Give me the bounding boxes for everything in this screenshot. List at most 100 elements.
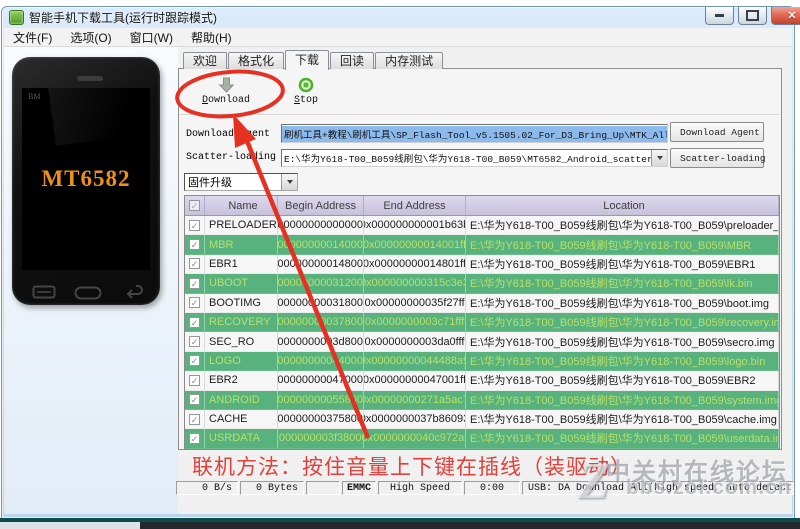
menu-item[interactable]: 帮助(H) — [182, 28, 241, 47]
row-checkbox[interactable]: ✓ — [185, 332, 205, 351]
table-row[interactable]: ✓ CACHE 0x0000000037580000 0x0000000037b… — [185, 409, 779, 430]
header-location[interactable]: Location — [466, 196, 779, 215]
status-bar: 0 B/s 0 Bytes EMMC High Speed 0:00 USB: … — [176, 481, 794, 495]
tab[interactable]: 欢迎 — [183, 52, 228, 69]
minimize-button[interactable] — [705, 7, 734, 25]
maximize-button[interactable] — [738, 7, 767, 25]
row-checkbox[interactable]: ✓ — [185, 390, 205, 409]
download-agent-value: 刷机工具+教程\刷机工具\SP_Flash_Tool_v5.1505.02_Fo… — [282, 125, 667, 142]
mode-select[interactable]: 固件升级 — [184, 173, 298, 191]
scatter-browse-button[interactable]: Scatter-loading — [670, 148, 766, 168]
table-row[interactable]: ✓ ANDROID 0x0000000005580000 0x000000002… — [185, 390, 779, 410]
tab[interactable]: 内存测试 — [375, 52, 444, 69]
tab[interactable]: 格式化 — [228, 52, 285, 69]
row-checkbox[interactable]: ✓ — [185, 429, 205, 448]
cell-begin-address: 0x0000000003180000 — [278, 293, 364, 312]
menu-item[interactable]: 文件(F) — [4, 28, 61, 47]
header-begin-address[interactable]: Begin Address — [278, 196, 364, 215]
table-row[interactable]: ✓ LOGO 0x0000000004400000 0x000000000444… — [185, 351, 779, 372]
cell-name: PRELOADER — [205, 216, 278, 235]
row-checkbox[interactable]: ✓ — [185, 274, 205, 293]
cell-end-address: 0x00000000047001ff — [364, 371, 466, 390]
tab[interactable]: 回读 — [330, 52, 375, 69]
header-name[interactable]: Name — [205, 196, 278, 215]
download-button-label: Download — [201, 95, 251, 106]
scatter-file-field[interactable]: E:\华为Y618-T00_B059线刷包\华为Y618-T00_B059\MT… — [281, 149, 668, 167]
mode-dropdown-button[interactable] — [281, 174, 297, 190]
checkbox-icon: ✓ — [189, 297, 200, 309]
checkbox-icon: ✓ — [189, 336, 200, 348]
scatter-browse-label: Scatter-loading — [680, 152, 766, 164]
table-row[interactable]: ✓ BOOTIMG 0x0000000003180000 0x000000000… — [185, 293, 779, 313]
row-checkbox[interactable]: ✓ — [185, 254, 205, 274]
table-row[interactable]: ✓ RECOVERY 0x0000000003780000 0x00000000… — [185, 312, 779, 333]
header-end-address[interactable]: End Address — [364, 196, 466, 215]
cell-name: RECOVERY — [205, 312, 278, 332]
cell-name: MBR — [205, 235, 278, 254]
stop-icon — [298, 77, 314, 93]
row-checkbox[interactable]: ✓ — [185, 312, 205, 332]
download-button[interactable]: Download — [196, 77, 256, 106]
cell-end-address: 0x00000000271a5ac7 — [364, 390, 466, 409]
table-row[interactable]: ✓ EBR2 0x0000000004700000 0x000000000470… — [185, 371, 779, 391]
row-checkbox[interactable]: ✓ — [185, 371, 205, 390]
stop-button[interactable]: Stop — [283, 77, 329, 106]
row-checkbox[interactable]: ✓ — [185, 351, 205, 371]
menu-item[interactable]: 选项(O) — [61, 28, 120, 47]
table-row[interactable]: ✓ UBOOT 0x0000000003120000 0x00000000031… — [185, 274, 779, 294]
cell-location: E:\华为Y618-T00_B059线刷包\华为Y618-T00_B059\ca… — [466, 409, 779, 429]
toolbar-separator — [180, 114, 779, 116]
download-agent-browse-label: Download Agent — [680, 126, 760, 138]
download-agent-browse-button[interactable]: Download Agent — [670, 122, 764, 142]
cell-location: E:\华为Y618-T00_B059线刷包\华为Y618-T00_B059\bo… — [466, 293, 779, 312]
menu-item[interactable]: 窗口(W) — [121, 28, 182, 47]
row-checkbox[interactable]: ✓ — [185, 235, 205, 254]
cell-location: E:\华为Y618-T00_B059线刷包\华为Y618-T00_B059\MB… — [466, 235, 779, 254]
header-checkbox[interactable]: ✓ — [185, 196, 205, 215]
checkbox-icon: ✓ — [189, 374, 200, 386]
phone-screen: BM MT6582 — [22, 88, 150, 270]
row-checkbox[interactable]: ✓ — [185, 216, 205, 235]
cell-begin-address: 0x0000000037580000 — [278, 409, 364, 429]
cell-name: EBR2 — [205, 371, 278, 390]
row-checkbox[interactable]: ✓ — [185, 293, 205, 312]
table-row[interactable]: ✓ MBR 0x0000000001400000 0x0000000001400… — [185, 235, 779, 255]
table-row[interactable]: ✓ EBR1 0x0000000001480000 0x000000000148… — [185, 254, 779, 275]
cell-end-address: 0x000000000315c3e3 — [364, 274, 466, 293]
table-row[interactable]: ✓ SEC_RO 0x0000000003d80000 0x0000000003… — [185, 332, 779, 352]
cell-name: USRDATA — [205, 429, 278, 448]
cell-location: E:\华为Y618-T00_B059线刷包\华为Y618-T00_B059\lo… — [466, 351, 779, 371]
checkbox-icon: ✓ — [189, 239, 200, 251]
status-segment: USB: DA Download All(high speed, auto de… — [522, 481, 794, 495]
phone-menu-icon — [32, 285, 56, 299]
download-arrow-icon — [218, 77, 234, 93]
cell-location: E:\华为Y618-T00_B059线刷包\华为Y618-T00_B059\EB… — [466, 371, 779, 390]
scatter-dropdown-button[interactable] — [651, 150, 667, 166]
checkbox-icon: ✓ — [189, 219, 200, 231]
checkbox-icon: ✓ — [189, 258, 200, 270]
cell-location: E:\华为Y618-T00_B059线刷包\华为Y618-T00_B059\se… — [466, 332, 779, 351]
phone-back-icon — [126, 285, 143, 299]
table-row[interactable]: ✓ USRDATA 0x000000003f380000 0x000000004… — [185, 429, 779, 449]
window-title: 智能手机下载工具(运行时跟踪模式) — [29, 10, 217, 25]
stop-button-label: Stop — [293, 95, 319, 106]
tab-bar: 欢迎 格式化 下载 回读 内存测试 — [183, 50, 444, 70]
cell-end-address: 0x00000000014001ff — [364, 235, 466, 254]
cell-begin-address: 0x0000000003120000 — [278, 274, 364, 293]
tab[interactable]: 下载 — [285, 50, 330, 70]
mode-selected-value: 固件升级 — [188, 177, 232, 189]
cell-end-address: 0x00000000014801ff — [364, 254, 466, 274]
close-button[interactable]: ✕ — [771, 7, 800, 25]
table-row[interactable]: ✓ PRELOADER 0x0000000000000000 0x0000000… — [185, 216, 779, 236]
maximize-icon — [746, 10, 759, 21]
close-icon: ✕ — [787, 9, 797, 22]
checkbox-icon: ✓ — [189, 413, 200, 425]
download-agent-field[interactable]: 刷机工具+教程\刷机工具\SP_Flash_Tool_v5.1505.02_Fo… — [281, 124, 668, 143]
row-checkbox[interactable]: ✓ — [185, 409, 205, 429]
partition-table: ✓ Name Begin Address End Address Locatio… — [184, 195, 780, 450]
checkbox-icon: ✓ — [189, 355, 200, 367]
cell-location: E:\华为Y618-T00_B059线刷包\华为Y618-T00_B059\us… — [466, 429, 779, 448]
cell-begin-address: 0x0000000000000000 — [278, 216, 364, 235]
cell-location: E:\华为Y618-T00_B059线刷包\华为Y618-T00_B059\sy… — [466, 390, 779, 409]
menu-bar: 文件(F) 选项(O) 窗口(W) 帮助(H) — [4, 28, 792, 47]
